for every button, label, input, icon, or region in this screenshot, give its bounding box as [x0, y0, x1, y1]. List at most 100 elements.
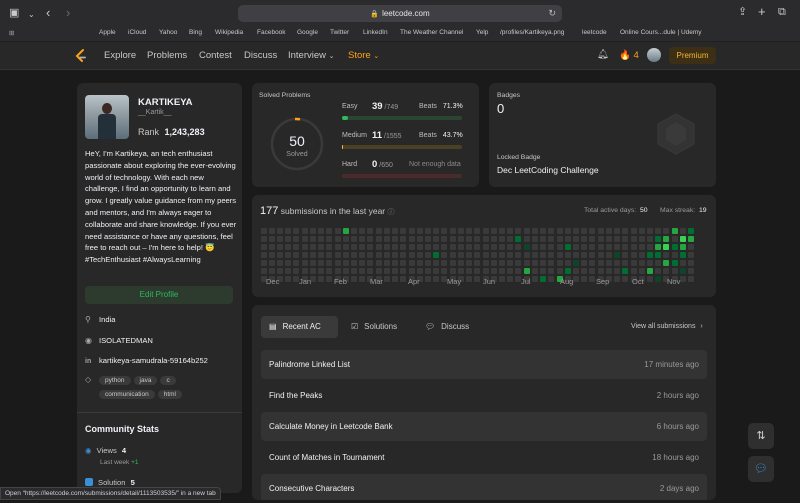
heatmap-cell[interactable] — [392, 276, 398, 282]
skill-tag[interactable]: html — [157, 390, 182, 399]
heatmap-cell[interactable] — [261, 236, 267, 242]
heatmap-cell[interactable] — [285, 252, 291, 258]
heatmap-cell[interactable] — [524, 260, 530, 266]
heatmap-cell[interactable] — [557, 252, 563, 258]
heatmap-cell[interactable] — [647, 252, 653, 258]
heatmap-cell[interactable] — [491, 268, 497, 274]
heatmap-cell[interactable] — [277, 236, 283, 242]
heatmap-cell[interactable] — [631, 236, 637, 242]
heatmap-cell[interactable] — [310, 268, 316, 274]
heatmap-cell[interactable] — [351, 276, 357, 282]
heatmap-cell[interactable] — [384, 228, 390, 234]
heatmap-cell[interactable] — [433, 244, 439, 250]
heatmap-cell[interactable] — [392, 236, 398, 242]
streak-counter[interactable]: 🔥 4 — [619, 50, 639, 61]
heatmap-cell[interactable] — [622, 228, 628, 234]
heatmap-cell[interactable] — [532, 244, 538, 250]
nav-store[interactable]: Store ⌄ — [348, 50, 379, 61]
heatmap-cell[interactable] — [622, 276, 628, 282]
heatmap-cell[interactable] — [326, 276, 332, 282]
heatmap-cell[interactable] — [515, 268, 521, 274]
heatmap-cell[interactable] — [343, 268, 349, 274]
heatmap-cell[interactable] — [688, 276, 694, 282]
heatmap-cell[interactable] — [351, 228, 357, 234]
forward-icon[interactable]: › — [66, 6, 70, 19]
heatmap-cell[interactable] — [622, 260, 628, 266]
skill-tag[interactable]: java — [133, 376, 158, 385]
heatmap-cell[interactable] — [581, 252, 587, 258]
heatmap-cell[interactable] — [672, 228, 678, 234]
heatmap-cell[interactable] — [261, 228, 267, 234]
heatmap-cell[interactable] — [647, 268, 653, 274]
heatmap-cell[interactable] — [499, 244, 505, 250]
heatmap-cell[interactable] — [310, 244, 316, 250]
bookmark[interactable]: The Weather Channel — [400, 29, 463, 36]
heatmap-cell[interactable] — [384, 252, 390, 258]
heatmap-cell[interactable] — [524, 244, 530, 250]
heatmap-cell[interactable] — [606, 252, 612, 258]
heatmap-cell[interactable] — [540, 228, 546, 234]
heatmap-cell[interactable] — [557, 260, 563, 266]
heatmap-cell[interactable] — [474, 260, 480, 266]
address-bar[interactable]: 🔒 leetcode.com ↻ — [238, 5, 562, 22]
nav-discuss[interactable]: Discuss — [244, 50, 277, 61]
heatmap-cell[interactable] — [688, 244, 694, 250]
heatmap-cell[interactable] — [269, 252, 275, 258]
heatmap-cell[interactable] — [269, 228, 275, 234]
heatmap-cell[interactable] — [598, 252, 604, 258]
heatmap-cell[interactable] — [474, 252, 480, 258]
heatmap-cell[interactable] — [688, 252, 694, 258]
reload-icon[interactable]: ↻ — [548, 5, 556, 22]
heatmap-cell[interactable] — [359, 276, 365, 282]
heatmap-cell[interactable] — [483, 268, 489, 274]
heatmap-cell[interactable] — [672, 252, 678, 258]
heatmap-cell[interactable] — [614, 244, 620, 250]
submission-row[interactable]: Consecutive Characters 2 days ago — [261, 474, 707, 500]
heatmap-cell[interactable] — [285, 260, 291, 266]
submission-row[interactable]: Find the Peaks 2 hours ago — [261, 381, 707, 410]
heatmap-cell[interactable] — [672, 244, 678, 250]
heatmap-cell[interactable] — [326, 236, 332, 242]
translate-button[interactable]: ⇅ — [748, 423, 774, 449]
heatmap-cell[interactable] — [269, 244, 275, 250]
heatmap-cell[interactable] — [680, 268, 686, 274]
heatmap-cell[interactable] — [351, 260, 357, 266]
submission-row[interactable]: Palindrome Linked List 17 minutes ago — [261, 350, 707, 379]
heatmap-cell[interactable] — [392, 244, 398, 250]
heatmap-cell[interactable] — [343, 236, 349, 242]
bookmark[interactable]: Google — [297, 29, 318, 36]
avatar[interactable] — [647, 48, 661, 62]
heatmap-cell[interactable] — [417, 244, 423, 250]
heatmap-cell[interactable] — [598, 260, 604, 266]
heatmap-cell[interactable] — [540, 236, 546, 242]
heatmap-cell[interactable] — [318, 260, 324, 266]
heatmap-cell[interactable] — [318, 268, 324, 274]
heatmap-cell[interactable] — [326, 268, 332, 274]
heatmap-cell[interactable] — [581, 236, 587, 242]
bookmark[interactable]: Apple — [99, 29, 116, 36]
heatmap-cell[interactable] — [474, 244, 480, 250]
back-icon[interactable]: ‹ — [46, 6, 50, 19]
heatmap-cell[interactable] — [663, 228, 669, 234]
heatmap-cell[interactable] — [548, 244, 554, 250]
heatmap-cell[interactable] — [655, 260, 661, 266]
heatmap-cell[interactable] — [433, 228, 439, 234]
heatmap-cell[interactable] — [450, 228, 456, 234]
heatmap-cell[interactable] — [631, 244, 637, 250]
heatmap-cell[interactable] — [466, 276, 472, 282]
heatmap-cell[interactable] — [400, 228, 406, 234]
heatmap-cell[interactable] — [310, 236, 316, 242]
heatmap-cell[interactable] — [663, 236, 669, 242]
heatmap-cell[interactable] — [483, 228, 489, 234]
premium-button[interactable]: Premium — [669, 47, 716, 64]
heatmap-cell[interactable] — [400, 276, 406, 282]
heatmap-cell[interactable] — [491, 260, 497, 266]
heatmap-cell[interactable] — [367, 268, 373, 274]
tab-solutions[interactable]: ☑ Solutions — [343, 316, 413, 338]
heatmap-cell[interactable] — [532, 228, 538, 234]
heatmap-cell[interactable] — [417, 268, 423, 274]
heatmap-cell[interactable] — [335, 236, 341, 242]
heatmap-cell[interactable] — [499, 228, 505, 234]
heatmap-cell[interactable] — [384, 276, 390, 282]
heatmap-cell[interactable] — [318, 236, 324, 242]
